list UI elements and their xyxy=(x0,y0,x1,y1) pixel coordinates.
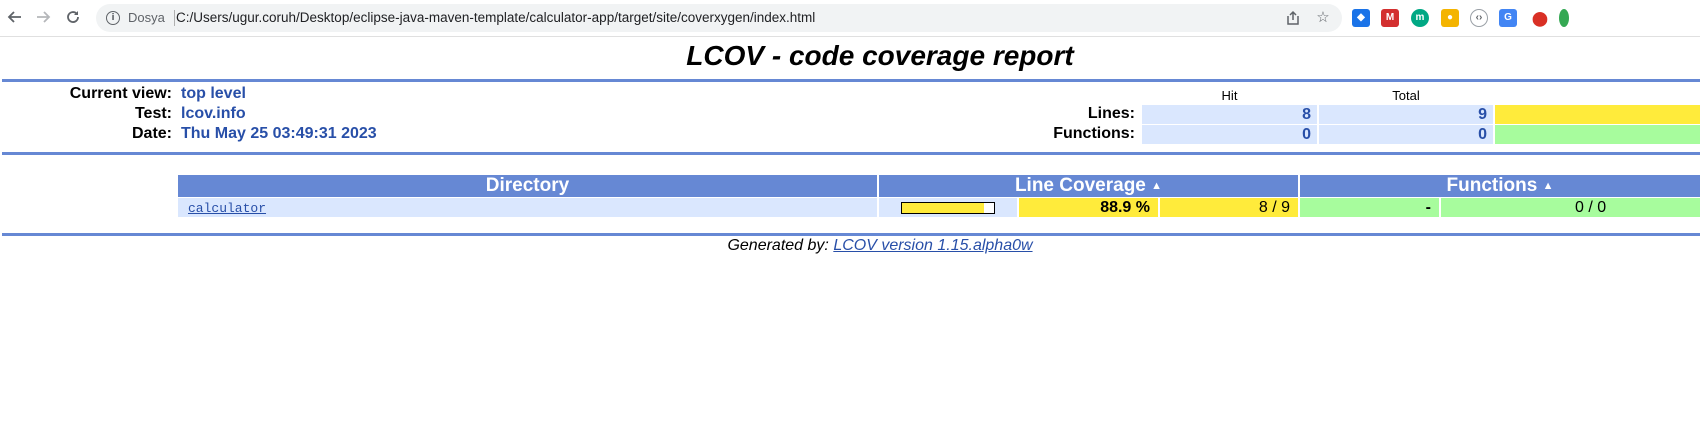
date-label: Date: xyxy=(131,125,172,142)
sort-icon[interactable]: ▲ xyxy=(1543,180,1554,192)
footer: Generated by: LCOV version 1.15.alpha0w xyxy=(0,237,1700,255)
functions-percent: - xyxy=(1300,198,1439,217)
extension-red-icon[interactable]: ⬤ xyxy=(1531,9,1549,27)
current-view-value: top level xyxy=(181,85,246,102)
coverage-bar-fill xyxy=(902,203,984,213)
line-coverage-column-header[interactable]: Line Coverage ▲ xyxy=(879,175,1298,197)
functions-ratio-text: 0 / 0 xyxy=(1575,199,1607,216)
test-value: lcov.info xyxy=(181,105,246,122)
extension-translate-icon[interactable]: G xyxy=(1499,9,1517,27)
line-coverage-ratio: 8 / 9 xyxy=(1160,198,1298,217)
extension-graduation-icon[interactable]: ◆ xyxy=(1352,9,1370,27)
url-text[interactable]: C:/Users/ugur.coruh/Desktop/eclipse-java… xyxy=(176,10,815,25)
total-column-header: Total xyxy=(1392,88,1420,103)
functions-column-header[interactable]: Functions ▲ xyxy=(1300,175,1700,197)
address-bar[interactable]: i Dosya C:/Users/ugur.coruh/Desktop/ecli… xyxy=(96,4,1342,32)
share-icon[interactable] xyxy=(1284,9,1302,27)
extension-mendeley-icon[interactable]: M xyxy=(1381,9,1399,27)
table-row: calculator xyxy=(178,198,877,217)
lines-hit-value: 8 xyxy=(1142,105,1317,124)
current-view-label: Current view: xyxy=(69,85,172,102)
coverage-bar xyxy=(901,202,995,214)
functions-coverage-cell xyxy=(1495,125,1700,144)
test-label: Test: xyxy=(134,105,172,122)
scheme-label: Dosya xyxy=(128,10,165,25)
line-coverage-header-label: Line Coverage xyxy=(1014,175,1146,196)
extension-m-icon[interactable]: m xyxy=(1411,9,1429,27)
top-ruler xyxy=(2,79,1700,82)
extension-code-icon[interactable]: ‹› xyxy=(1470,9,1488,27)
functions-hit-value: 0 xyxy=(1142,125,1317,144)
functions-ratio: 0 / 0 xyxy=(1441,198,1700,217)
info-icon[interactable]: i xyxy=(106,11,120,25)
sort-icon[interactable]: ▲ xyxy=(1151,180,1162,192)
directory-header-label: Directory xyxy=(485,175,570,196)
functions-total-value: 0 xyxy=(1319,125,1493,144)
directory-link-calculator[interactable]: calculator xyxy=(178,201,266,216)
forward-icon[interactable] xyxy=(32,7,54,29)
middle-ruler xyxy=(2,152,1700,155)
lines-coverage-cell xyxy=(1495,105,1700,124)
extension-keep-icon[interactable]: ● xyxy=(1441,9,1459,27)
back-icon[interactable] xyxy=(4,7,26,29)
directory-column-header: Directory xyxy=(178,175,877,197)
omnibox-divider xyxy=(174,10,175,26)
functions-header-label: Functions xyxy=(1446,175,1538,196)
reload-icon[interactable] xyxy=(62,7,84,29)
date-value: Thu May 25 03:49:31 2023 xyxy=(181,125,377,142)
hit-column-header: Hit xyxy=(1221,88,1238,103)
bookmark-star-icon[interactable]: ☆ xyxy=(1314,9,1332,27)
lcov-version-link[interactable]: LCOV version 1.15.alpha0w xyxy=(833,237,1032,254)
page-title: LCOV - code coverage report xyxy=(686,40,1074,71)
line-coverage-percent: 88.9 % xyxy=(1019,198,1158,217)
lines-label: Lines: xyxy=(1087,105,1135,122)
extension-green-icon[interactable] xyxy=(1559,9,1569,27)
footer-prefix: Generated by: xyxy=(727,237,829,254)
bottom-ruler xyxy=(2,233,1700,236)
functions-label: Functions: xyxy=(1053,125,1135,142)
browser-toolbar: i Dosya C:/Users/ugur.coruh/Desktop/ecli… xyxy=(0,0,1700,37)
lines-total-value: 9 xyxy=(1319,105,1493,124)
